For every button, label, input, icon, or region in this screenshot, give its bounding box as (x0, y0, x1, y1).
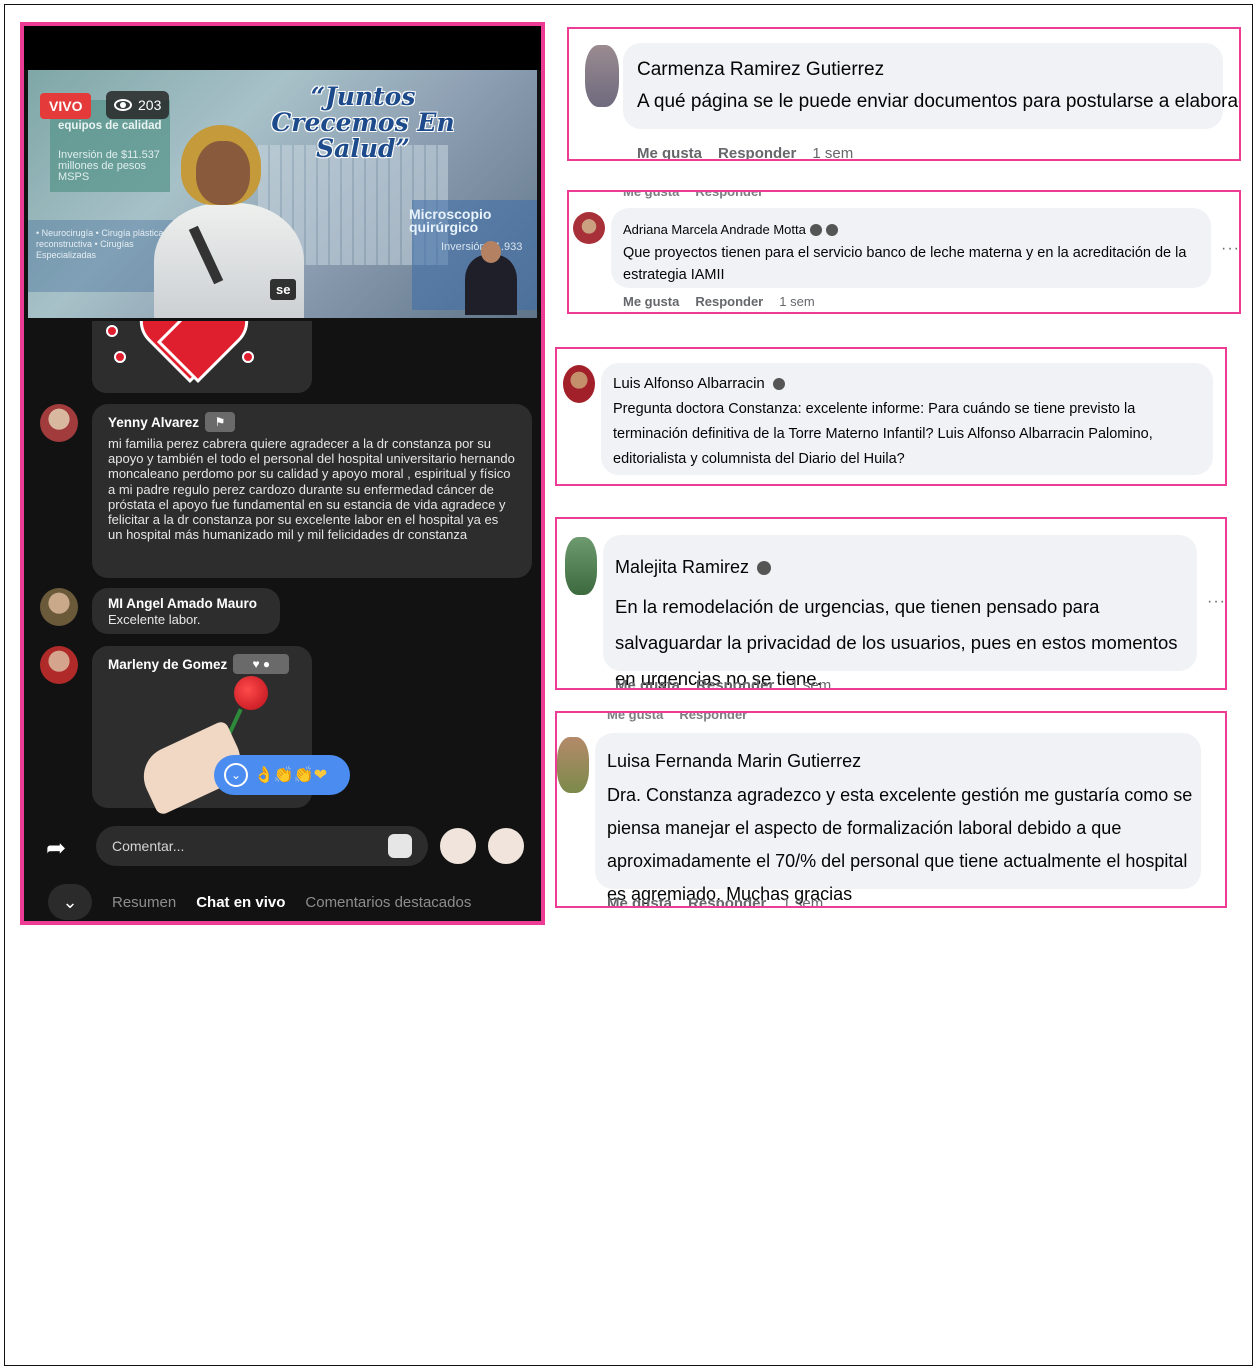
chat-author[interactable]: Yenny Alvarez (108, 415, 199, 430)
sign-interpreter (465, 241, 517, 315)
chat-message: MI Angel Amado Mauro Excelente labor. (92, 588, 280, 634)
sticker-icon[interactable] (388, 834, 412, 858)
chevron-down-icon[interactable]: ⌄ (48, 884, 92, 920)
more-options-icon[interactable]: ··· (1221, 240, 1239, 258)
like-button[interactable]: Me gusta (637, 145, 702, 159)
like-button[interactable]: Me gusta (615, 677, 680, 688)
live-badge: VIVO (40, 93, 92, 119)
chat-text: mi familia perez cabrera quiere agradece… (108, 436, 515, 543)
comment-time: 1 sem (790, 677, 832, 690)
viewer-count: 203 (106, 91, 170, 119)
previous-comment-actions: Me gusta Responder (623, 190, 764, 199)
avatar[interactable] (40, 588, 78, 626)
comment-actions: Me gusta Responder 1 sem (615, 677, 832, 690)
comment-time: 1 sem (812, 145, 854, 161)
comment-author[interactable]: Luisa Fernanda Marin Gutierrez (607, 751, 861, 772)
comment-bubble: Luis Alfonso Albarracin Pregunta doctora… (601, 363, 1213, 475)
comment-time: 1 sem (782, 895, 824, 908)
comment-actions: Me gusta Responder 1 sem (637, 145, 854, 161)
chat-author[interactable]: Marleny de Gomez (108, 657, 227, 672)
comment-bubble: Malejita Ramirez En la remodelación de u… (603, 535, 1197, 688)
chat-author[interactable]: MI Angel Amado Mauro (108, 596, 264, 611)
avatar[interactable] (573, 212, 605, 244)
reply-button[interactable]: Responder (688, 895, 766, 906)
heart-icon (140, 321, 240, 385)
comment-text: En la remodelación de urgencias, que tie… (615, 596, 1178, 689)
tab-chat-en-vivo[interactable]: Chat en vivo (196, 894, 285, 911)
reply-button[interactable]: Responder (718, 145, 796, 159)
tab-resumen[interactable]: Resumen (112, 894, 176, 911)
comment-author[interactable]: Carmenza Ramirez Gutierrez (637, 59, 884, 81)
rose-icon (234, 676, 268, 710)
tab-comentarios-destacados[interactable]: Comentarios destacados (305, 894, 471, 911)
video-right-title: Microscopio quirúrgico (409, 206, 492, 235)
comment-actions: Me gusta Responder 1 sem (607, 895, 824, 908)
comment-text: A qué página se le puede enviar document… (637, 91, 1239, 112)
comment-author[interactable]: Luis Alfonso Albarracin (613, 375, 765, 392)
share-icon[interactable]: ➦ (46, 834, 76, 862)
comment-card: Malejita Ramirez En la remodelación de u… (555, 517, 1227, 690)
eye-icon (114, 99, 132, 111)
chat-message: Yenny Alvarez ⚑ mi familia perez cabrera… (92, 404, 532, 578)
avatar[interactable] (40, 646, 78, 684)
comment-input[interactable]: Comentar... (96, 826, 428, 866)
comment-placeholder: Comentar... (112, 838, 185, 854)
flag-icon: ⚑ (205, 412, 236, 432)
like-button[interactable]: Me gusta (607, 895, 672, 906)
heart-sticker-bubble (92, 321, 312, 393)
live-stream-panel: equipos de calidad Inversión de $11.537 … (20, 22, 545, 925)
avatar[interactable] (563, 365, 595, 403)
chevron-down-icon[interactable]: ⌄ (224, 763, 248, 787)
more-options-icon[interactable]: ··· (1207, 593, 1225, 611)
comment-actions: Me gusta Responder 1 sem (623, 294, 815, 309)
live-tabs: ⌄ Resumen Chat en vivo Comentarios desta… (24, 878, 541, 921)
reaction-bar[interactable]: ⌄ 👌👏👏❤ (214, 755, 350, 795)
reply-button[interactable]: Responder (696, 677, 774, 688)
comment-bubble: Carmenza Ramirez Gutierrez A qué página … (623, 43, 1239, 129)
reaction-emojis: 👌👏👏❤ (254, 767, 328, 784)
comment-bubble: Adriana Marcela Andrade Motta Que proyec… (611, 208, 1211, 288)
avatar[interactable] (585, 45, 619, 107)
comment-card: Me gusta Responder Luisa Fernanda Marin G… (555, 711, 1227, 908)
viewer-count-value: 203 (138, 97, 162, 113)
comment-card: Me gusta Responder Adriana Marcela Andrad… (567, 190, 1241, 314)
badge-icon: ♥ ● (233, 654, 290, 674)
avatar[interactable] (486, 826, 526, 866)
badge-icon (772, 377, 785, 390)
comment-bubble: Luisa Fernanda Marin Gutierrez Dra. Cons… (595, 733, 1201, 904)
badge-icon (757, 560, 772, 575)
comment-author[interactable]: Malejita Ramirez (615, 557, 749, 578)
avatar[interactable] (40, 404, 78, 442)
comment-text: Pregunta doctora Constanza: excelente in… (613, 401, 1153, 467)
chat-text: Excelente labor. (108, 612, 201, 627)
comment-text: Que proyectos tienen para el servicio ba… (623, 245, 1187, 283)
badge-icon (809, 223, 822, 236)
comment-text: Dra. Constanza agradezco y esta excelent… (607, 785, 1193, 904)
status-bar (24, 26, 541, 70)
reply-button[interactable]: Responder (695, 294, 763, 309)
previous-comment-actions: Me gusta Responder (607, 711, 748, 722)
like-button[interactable]: Me gusta (623, 294, 679, 309)
avatar[interactable] (557, 737, 589, 793)
comment-time: 1 sem (779, 294, 815, 309)
avatar[interactable] (565, 537, 597, 595)
badge-icon (825, 223, 838, 236)
avatar[interactable] (438, 826, 478, 866)
video-caption: se (270, 279, 297, 300)
comment-author[interactable]: Adriana Marcela Andrade Motta (623, 222, 806, 237)
comment-card: Luis Alfonso Albarracin Pregunta doctora… (555, 347, 1227, 486)
comment-card: Carmenza Ramirez Gutierrez A qué página … (567, 27, 1241, 161)
